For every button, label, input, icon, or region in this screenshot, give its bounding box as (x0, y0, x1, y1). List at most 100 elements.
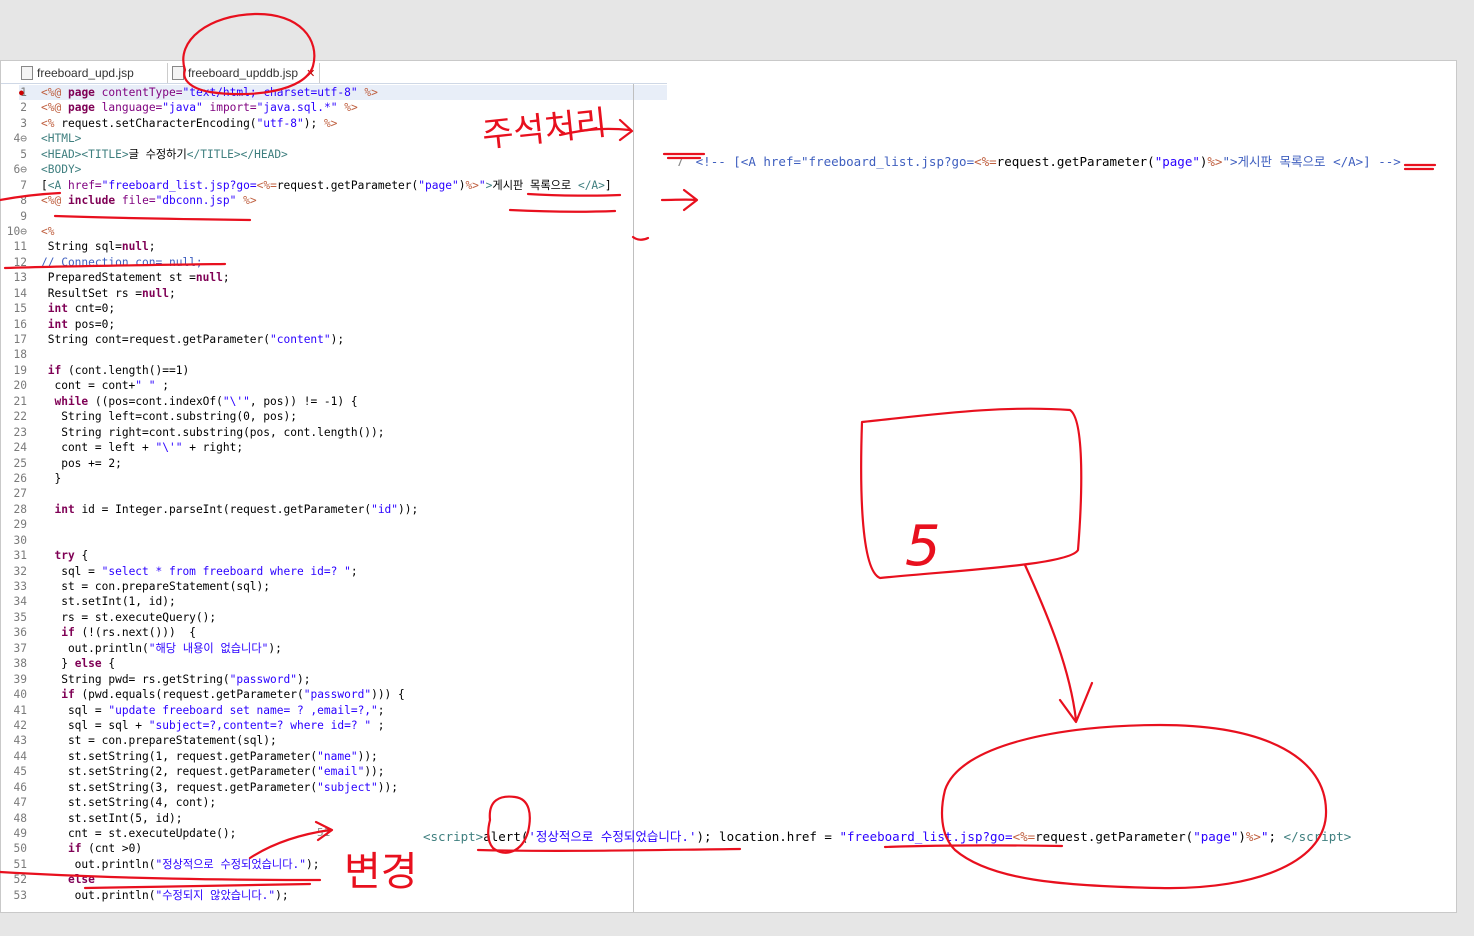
code-line[interactable]: 52 else (1, 872, 633, 887)
code-text: String left=cont.substring(0, pos); (41, 410, 297, 424)
code-text: PreparedStatement st =null; (41, 271, 230, 285)
code-line[interactable]: 5 <HEAD><TITLE>글 수정하기</TITLE></HEAD> (1, 147, 633, 162)
code-line[interactable]: 38 } else { (1, 656, 633, 671)
code-line[interactable]: 14 ResultSet rs =null; (1, 286, 633, 301)
line-number: 14 (13, 286, 27, 300)
code-text: sql = sql + "subject=?,content=? where i… (41, 718, 385, 732)
code-text: <HEAD><TITLE>글 수정하기</TITLE></HEAD> (41, 147, 288, 161)
code-line[interactable]: 44 st.setString(1, request.getParameter(… (1, 749, 633, 764)
code-line[interactable]: 48 st.setInt(5, id); (1, 811, 633, 826)
line-number: 35 (13, 610, 27, 624)
code-editor-left[interactable]: 1<%@ page contentType="text/html; charse… (1, 85, 633, 903)
tab-freeboard-upddb[interactable]: freeboard_upddb.jsp ✕ (167, 63, 321, 83)
code-line[interactable]: 7 [<A href="freeboard_list.jsp?go=<%=requ… (1, 178, 633, 193)
line-number: 49 (13, 827, 27, 840)
code-line[interactable]: 25 pos += 2; (1, 456, 633, 471)
line-number: 53 (13, 888, 27, 902)
code-line[interactable]: 3 <% request.setCharacterEncoding("utf-8"… (1, 116, 633, 131)
code-line[interactable]: 6⊖ <BODY> (1, 162, 633, 177)
code-text: String sql=null; (41, 240, 156, 254)
code-line[interactable]: 28 int id = Integer.parseInt(request.get… (1, 502, 633, 517)
code-text: // Connection con= null; (41, 255, 203, 269)
code-text: while ((pos=cont.indexOf("\'", pos)) != … (54, 394, 358, 408)
line-number: 33 (13, 580, 27, 593)
line-number: 43 (13, 734, 27, 748)
tab-freeboard-upd[interactable]: freeboard_upd.jsp (21, 63, 134, 83)
code-text: } (41, 471, 62, 485)
code-line[interactable]: 15 int cnt=0; (1, 301, 633, 316)
code-line[interactable]: 30 (1, 533, 633, 548)
code-text: cont = cont+" " ; (41, 379, 169, 393)
code-line[interactable]: 27 (1, 486, 633, 501)
code-line[interactable]: 13 PreparedStatement st =null; (1, 270, 633, 285)
code-text: else (67, 873, 95, 887)
line-number: 25 (13, 456, 27, 470)
code-line[interactable]: 21 while ((pos=cont.indexOf("\'", pos)) … (1, 394, 633, 409)
code-line[interactable]: 23 String right=cont.substring(pos, cont… (1, 425, 633, 440)
code-text: } else { (41, 657, 116, 671)
code-line[interactable]: 31 try { (1, 548, 633, 563)
code-line[interactable]: 19 if (cont.length()==1) (1, 363, 633, 378)
code-line[interactable]: 10⊖ <% (1, 224, 633, 239)
editor-window: freeboard_upd.jsp freeboard_upddb.jsp ✕ … (0, 60, 1457, 913)
line-number: 39 (13, 672, 27, 686)
code-line[interactable]: 42 sql = sql + "subject=?,content=? wher… (1, 718, 633, 733)
code-line[interactable]: 39 String pwd= rs.getString("password"); (1, 672, 633, 687)
code-line[interactable]: 11 String sql=null; (1, 239, 633, 254)
code-line[interactable]: 16 int pos=0; (1, 317, 633, 332)
code-line[interactable]: 45 st.setString(2, request.getParameter(… (1, 764, 633, 779)
line-number: 4⊖ (13, 132, 27, 146)
code-line[interactable]: 8 <%@ include file="dbconn.jsp" %> (1, 193, 633, 208)
line-number: 32 (13, 564, 27, 578)
split-divider[interactable] (633, 84, 634, 912)
code-text: if (pwd.equals(request.getParameter("pas… (61, 688, 405, 702)
code-line[interactable]: 9 (1, 209, 633, 224)
code-line[interactable]: 53 out.println("수정되지 않았습니다."); (1, 888, 633, 903)
code-line[interactable]: 51 out.println("정상적으로 수정되었습니다."); (1, 857, 633, 872)
code-line[interactable]: 20 cont = cont+" " ; (1, 378, 633, 393)
replacement-script-line: <script>alert('정상적으로 수정되었습니다.'); locatio… (423, 829, 1352, 844)
code-text: st.setString(2, request.getParameter("em… (41, 765, 385, 779)
code-text: cnt = st.executeUpdate(); (41, 827, 237, 840)
code-line[interactable]: 34 st.setInt(1, id); (1, 594, 633, 609)
code-text: if (cont.length()==1) (47, 363, 190, 377)
code-line[interactable]: 36 if (!(rs.next())) { (1, 625, 633, 640)
code-line[interactable]: 18 (1, 347, 633, 362)
code-line[interactable]: 17 String cont=request.getParameter("con… (1, 332, 633, 347)
code-line[interactable]: 37 out.println("해당 내용이 없습니다"); (1, 641, 633, 656)
code-text: <BODY> (41, 163, 82, 177)
code-text: sql = "update freeboard set name= ? ,ema… (41, 703, 385, 717)
code-line[interactable]: 47 st.setString(4, cont); (1, 795, 633, 810)
code-line[interactable]: 41 sql = "update freeboard set name= ? ,… (1, 703, 633, 718)
line-number: 46 (13, 780, 27, 794)
code-line[interactable]: 2 <%@ page language="java" import="java.s… (1, 100, 633, 115)
code-line[interactable]: 12 // Connection con= null; (1, 255, 633, 270)
line-number: 5 (20, 147, 27, 161)
code-line[interactable]: 29 (1, 517, 633, 532)
code-line[interactable]: 33 st = con.prepareStatement(sql); (1, 579, 633, 594)
code-line[interactable]: 43 st = con.prepareStatement(sql); (1, 733, 633, 748)
line-number: 9 (20, 209, 27, 223)
code-line[interactable]: 22 String left=cont.substring(0, pos); (1, 409, 633, 424)
code-text: sql = "select * from freeboard where id=… (41, 564, 358, 578)
line-number: 19 (13, 363, 27, 377)
code-text: [<A href="freeboard_list.jsp?go=<%=reque… (41, 178, 612, 192)
line-number: 29 (13, 518, 27, 532)
line-number: 28 (13, 502, 27, 516)
line-number: 38 (13, 657, 27, 671)
code-line[interactable]: 1<%@ page contentType="text/html; charse… (1, 85, 633, 100)
line-number: 42 (13, 718, 27, 732)
code-line[interactable]: 35 rs = st.executeQuery(); (1, 610, 633, 625)
editor-tab-bar: freeboard_upd.jsp freeboard_upddb.jsp ✕ (1, 61, 667, 83)
code-line[interactable]: 46 st.setString(3, request.getParameter(… (1, 780, 633, 795)
code-text: String cont=request.getParameter("conten… (41, 333, 345, 346)
commented-out-line: 7 <!-- [<A href="freeboard_list.jsp?go=<%… (646, 136, 1401, 185)
code-line[interactable]: 40 if (pwd.equals(request.getParameter("… (1, 687, 633, 702)
close-tab-icon[interactable]: ✕ (306, 67, 315, 80)
code-line[interactable]: 32 sql = "select * from freeboard where … (1, 564, 633, 579)
code-line[interactable]: 24 cont = left + "\'" + right; (1, 440, 633, 455)
code-text: <%@ include file="dbconn.jsp" %> (41, 194, 257, 208)
line-number: 24 (13, 441, 27, 455)
code-line[interactable]: 4⊖ <HTML> (1, 131, 633, 146)
code-line[interactable]: 26 } (1, 471, 633, 486)
